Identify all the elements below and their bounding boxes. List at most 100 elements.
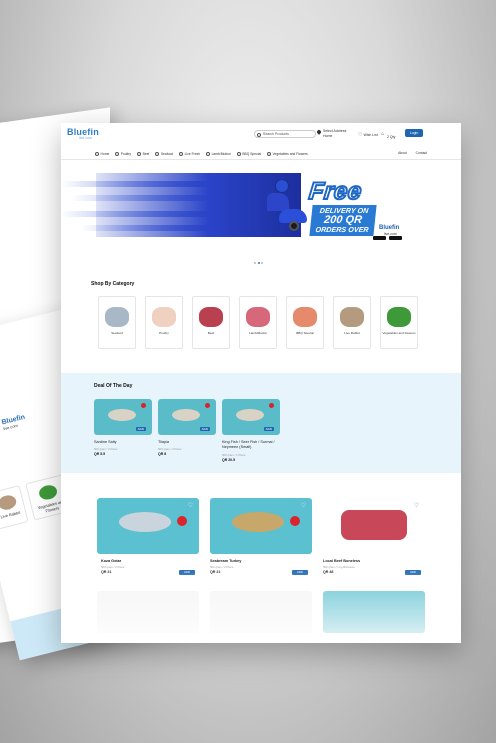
product-card-image[interactable]: ♡ (323, 498, 425, 554)
scooter-wheel (289, 221, 299, 231)
product-add-button[interactable]: ADD (179, 570, 195, 575)
deal-name: King Fish / Seer Fish / Surmai / Neymeen… (222, 440, 275, 449)
deal-card-image[interactable]: ADD (222, 399, 280, 435)
tomato-image (205, 403, 210, 408)
fish-image (108, 409, 136, 421)
menu-label: Beef (142, 151, 150, 156)
product-card-image[interactable]: ♡ (97, 498, 199, 554)
deal-add-button[interactable]: ADD (263, 427, 274, 431)
menu-item-live-fresh[interactable]: Live Fresh (179, 151, 200, 156)
wishlist-link[interactable]: ♡Wish List (358, 132, 378, 138)
product-name: Koza Gotar (101, 559, 122, 563)
poultry-icon (152, 307, 176, 327)
product-card-image[interactable]: ♡ (210, 498, 312, 554)
menu-item-bbq[interactable]: BBQ Special (236, 151, 261, 156)
cart-link[interactable]: ⌂ 2 Qty (381, 131, 395, 139)
deal-add-button[interactable]: ADD (199, 427, 210, 431)
deal-card-image[interactable]: ADD (94, 399, 152, 435)
heart-icon[interactable]: ♡ (301, 502, 306, 509)
category-label: Live Rabbit (344, 331, 360, 335)
hero-headline: Free (307, 177, 365, 206)
rider-helmet (275, 179, 289, 193)
deal-name: Sardine Salty (94, 440, 117, 444)
about-link[interactable]: About (398, 151, 407, 155)
menu-label: Lamb/Mutton (211, 151, 231, 156)
search-placeholder: Search Products (263, 132, 289, 136)
deal-add-button[interactable]: ADD (135, 427, 146, 431)
product-add-button[interactable]: ADD (405, 570, 421, 575)
cart-qty: 2 Qty (387, 135, 396, 139)
heart-icon: ♡ (358, 132, 363, 138)
tomato-image (177, 516, 187, 526)
deal-card-image[interactable]: ADD (158, 399, 216, 435)
deal-section-title: Deal Of The Day (94, 383, 133, 389)
hero-banner[interactable]: Free DELIVERY ON 200 QR ORDERS OVER Blue… (61, 173, 461, 243)
heart-icon[interactable]: ♡ (188, 502, 193, 509)
carousel-dot[interactable] (254, 262, 256, 264)
address-selector[interactable]: Select Address Home (316, 129, 346, 139)
tomato-image (141, 403, 146, 408)
bbq-icon (293, 307, 317, 327)
product-add-button[interactable]: ADD (292, 570, 308, 575)
product-sub: 500 gram / 2 Piece (101, 565, 125, 569)
category-card-bbq[interactable]: BBQ Special (286, 296, 324, 349)
live-fresh-icon (179, 151, 184, 156)
carousel-dots (254, 262, 265, 264)
product-card-image[interactable] (323, 591, 425, 633)
beef-icon (137, 151, 142, 156)
menu-item-vegetables[interactable]: Vegetables and Flowers (267, 151, 308, 156)
google-play-badge[interactable] (389, 236, 402, 240)
logo-sub-text: live.com (79, 135, 92, 140)
product-sub: 500 gram / 2 Piece (210, 565, 234, 569)
login-button[interactable]: Login (405, 129, 423, 137)
category-section-title: Shop By Category (91, 281, 135, 287)
header: Bluefin live.com Search Products Select … (61, 123, 461, 145)
wishlist-label: Wish List (363, 133, 378, 137)
bbq-icon (236, 151, 241, 156)
menu-item-home[interactable]: Home (95, 151, 109, 156)
menu-item-seafood[interactable]: Seafood (155, 151, 174, 156)
vegetables-icon (37, 483, 59, 502)
vegetables-icon (267, 151, 272, 156)
poultry-icon (115, 151, 120, 156)
product-price: QR 21 (101, 570, 112, 574)
category-card-poultry[interactable]: Poultry (145, 296, 183, 349)
app-store-badge[interactable] (373, 236, 386, 240)
deal-sub: 500 gram / 1 Piece (222, 453, 246, 457)
tomato-image (269, 403, 274, 408)
rabbit-icon (340, 307, 364, 327)
deal-price: QR 5.5 (94, 452, 106, 456)
category-label: Lamb/Mutton (248, 331, 268, 335)
home-icon (95, 151, 99, 156)
deal-sub: 500 gram / 2 Piece (94, 447, 118, 451)
category-label: BBQ Special (296, 331, 314, 335)
category-card-beef[interactable]: Beef (192, 296, 230, 349)
menu-item-beef[interactable]: Beef (137, 151, 150, 156)
menu-item-lamb[interactable]: Lamb/Mutton (206, 151, 231, 156)
category-card-seafood[interactable]: Seafood (98, 296, 136, 349)
product-sub: 500 gram / 1 kg Boneless (323, 565, 355, 569)
rabbit-icon (0, 493, 18, 512)
deal-price: QR 20.5 (222, 458, 236, 462)
product-card-image[interactable] (97, 591, 199, 633)
hero-line-3: ORDERS OVER (315, 225, 370, 234)
search-input[interactable]: Search Products (254, 130, 316, 138)
category-card-vegetables[interactable]: Vegetables and Flowers (380, 296, 418, 349)
site-logo[interactable]: Bluefin live.com (67, 127, 99, 141)
menu-item-poultry[interactable]: Poultry (115, 151, 131, 156)
heart-icon[interactable]: ♡ (414, 502, 419, 509)
deal-price: QR 8 (158, 452, 167, 456)
meat-image (341, 510, 407, 540)
deal-sub: 500 gram / 2 Piece (158, 447, 182, 451)
carousel-dot-active[interactable] (257, 262, 260, 264)
fish-icon (155, 151, 160, 156)
category-card-lamb[interactable]: Lamb/Mutton (239, 296, 277, 349)
contact-link[interactable]: Contact (416, 151, 427, 155)
menu-label: Seafood (160, 151, 174, 156)
category-card-rabbit[interactable]: Live Rabbit (333, 296, 371, 349)
location-pin-icon (316, 129, 322, 135)
tilted-sheet-logo: Bluefin live.com (1, 414, 27, 431)
carousel-dot[interactable] (261, 262, 263, 264)
category-label: Vegetables and Flowers (382, 331, 416, 335)
product-card-image[interactable] (210, 591, 312, 633)
